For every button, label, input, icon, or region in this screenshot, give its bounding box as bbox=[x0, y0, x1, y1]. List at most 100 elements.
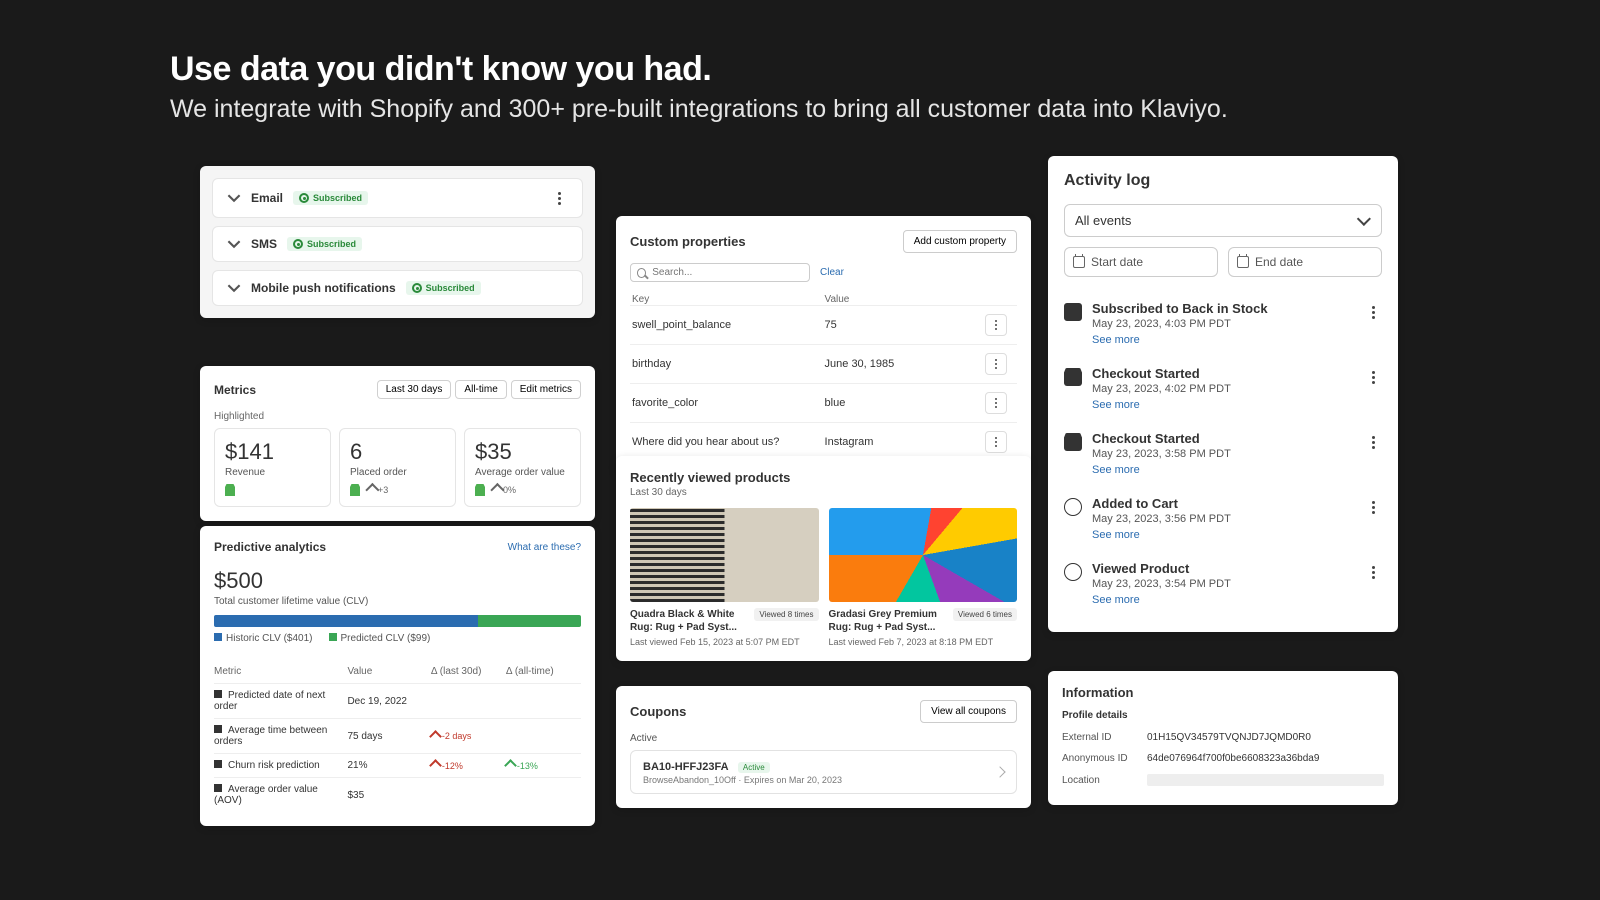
stat-aov: $35 Average order value 0% bbox=[464, 428, 581, 507]
chevron-down-icon bbox=[1357, 211, 1371, 225]
what-are-these-link[interactable]: What are these? bbox=[508, 542, 581, 553]
kebab-menu-button[interactable] bbox=[1364, 368, 1382, 386]
subscribed-badge: Subscribed bbox=[406, 281, 481, 295]
activity-event: Added to Cart May 23, 2023, 3:56 PM PDT Se… bbox=[1064, 486, 1382, 551]
chevron-down-icon bbox=[227, 191, 241, 205]
information-card: Information Profile details External ID0… bbox=[1048, 671, 1398, 805]
tag-icon bbox=[1064, 303, 1082, 321]
clv-legend: Historic CLV ($401) Predicted CLV ($99) bbox=[214, 633, 581, 644]
gear-icon bbox=[1064, 563, 1082, 581]
kebab-menu-button[interactable] bbox=[1364, 498, 1382, 516]
edit-metrics-button[interactable]: Edit metrics bbox=[511, 380, 581, 399]
view-all-coupons-button[interactable]: View all coupons bbox=[920, 700, 1017, 723]
subscribed-badge: Subscribed bbox=[287, 237, 362, 251]
custom-properties-card: Custom properties Add custom property Cl… bbox=[616, 216, 1031, 475]
calendar-icon bbox=[1073, 256, 1085, 268]
gear-icon bbox=[1064, 498, 1082, 516]
start-date-input[interactable]: Start date bbox=[1064, 247, 1218, 277]
activity-event: Checkout Started May 23, 2023, 3:58 PM PD… bbox=[1064, 421, 1382, 486]
kebab-menu-button[interactable] bbox=[985, 431, 1007, 453]
activity-log-title: Activity log bbox=[1064, 172, 1382, 190]
channel-row-email[interactable]: Email Subscribed bbox=[212, 178, 583, 218]
recently-viewed-card: Recently viewed products Last 30 days Qu… bbox=[616, 456, 1031, 661]
see-more-link[interactable]: See more bbox=[1092, 594, 1354, 606]
see-more-link[interactable]: See more bbox=[1092, 334, 1354, 346]
kebab-menu-button[interactable] bbox=[985, 392, 1007, 414]
anonymous-id-value: 64de076964f700f0be6608323a36bda9 bbox=[1147, 748, 1384, 769]
predictive-title: Predictive analytics bbox=[214, 540, 326, 554]
chevron-down-icon bbox=[227, 281, 241, 295]
recently-viewed-sub: Last 30 days bbox=[630, 487, 1017, 498]
view-count-badge: Viewed 8 times bbox=[754, 608, 818, 621]
shop-icon bbox=[1064, 433, 1082, 451]
view-count-badge: Viewed 6 times bbox=[953, 608, 1017, 621]
event-title: Checkout Started bbox=[1092, 431, 1354, 446]
kebab-menu-button[interactable] bbox=[1364, 303, 1382, 321]
search-icon bbox=[637, 268, 646, 278]
activity-log-card: Activity log All events Start date End d… bbox=[1048, 156, 1398, 632]
channel-label: Email bbox=[251, 191, 283, 205]
event-timestamp: May 23, 2023, 3:54 PM PDT bbox=[1092, 578, 1354, 590]
kebab-menu-button[interactable] bbox=[1364, 433, 1382, 451]
highlighted-label: Highlighted bbox=[214, 411, 581, 422]
active-badge: Active bbox=[738, 762, 770, 773]
tab-all-time[interactable]: All-time bbox=[455, 380, 506, 399]
product-card[interactable]: Gradasi Grey Premium Rug: Rug + Pad Syst… bbox=[829, 508, 1018, 647]
event-title: Added to Cart bbox=[1092, 496, 1354, 511]
calendar-icon bbox=[1237, 256, 1249, 268]
check-icon bbox=[412, 283, 422, 293]
tab-last-30-days[interactable]: Last 30 days bbox=[377, 380, 452, 399]
event-timestamp: May 23, 2023, 4:02 PM PDT bbox=[1092, 383, 1354, 395]
search-input[interactable] bbox=[652, 267, 803, 278]
see-more-link[interactable]: See more bbox=[1092, 399, 1354, 411]
channel-row-sms[interactable]: SMS Subscribed bbox=[212, 226, 583, 262]
coupon-row[interactable]: BA10-HFFJ23FA Active BrowseAbandon_10Off… bbox=[630, 750, 1017, 794]
clv-label: Total customer lifetime value (CLV) bbox=[214, 596, 581, 607]
check-icon bbox=[299, 193, 309, 203]
location-skeleton bbox=[1147, 774, 1384, 786]
predictive-card: Predictive analytics What are these? $50… bbox=[200, 526, 595, 826]
product-thumbnail bbox=[829, 508, 1018, 602]
channels-card: Email Subscribed SMS Subscribed Mobile p… bbox=[200, 166, 595, 318]
activity-event: Checkout Started May 23, 2023, 4:02 PM PD… bbox=[1064, 356, 1382, 421]
channel-row-push[interactable]: Mobile push notifications Subscribed bbox=[212, 270, 583, 306]
hero-title: Use data you didn't know you had. bbox=[170, 50, 1600, 89]
coupons-card: Coupons View all coupons Active BA10-HFF… bbox=[616, 686, 1031, 808]
see-more-link[interactable]: See more bbox=[1092, 529, 1354, 541]
channel-label: Mobile push notifications bbox=[251, 281, 396, 295]
shopify-icon bbox=[350, 484, 360, 496]
kebab-menu-button[interactable] bbox=[985, 353, 1007, 375]
clear-link[interactable]: Clear bbox=[820, 267, 844, 278]
chevron-down-icon bbox=[227, 237, 241, 251]
clv-value: $500 bbox=[214, 568, 581, 594]
product-thumbnail bbox=[630, 508, 819, 602]
kebab-menu-button[interactable] bbox=[1364, 563, 1382, 581]
clv-bar bbox=[214, 615, 581, 627]
subscribed-badge: Subscribed bbox=[293, 191, 368, 205]
end-date-input[interactable]: End date bbox=[1228, 247, 1382, 277]
chevron-right-icon bbox=[994, 766, 1005, 777]
kebab-menu-button[interactable] bbox=[985, 314, 1007, 336]
shopify-icon bbox=[225, 484, 235, 496]
event-title: Checkout Started bbox=[1092, 366, 1354, 381]
trend-icon: +3 bbox=[366, 485, 388, 495]
table-row: swell_point_balance 75 bbox=[630, 305, 1017, 344]
custom-properties-title: Custom properties bbox=[630, 234, 746, 249]
search-input-wrap[interactable] bbox=[630, 263, 810, 282]
stat-revenue: $141 Revenue bbox=[214, 428, 331, 507]
activity-event: Subscribed to Back in StockMay 23, 2023,… bbox=[1064, 291, 1382, 356]
kebab-menu-button[interactable] bbox=[550, 189, 568, 207]
event-filter-select[interactable]: All events bbox=[1064, 204, 1382, 237]
metrics-title: Metrics bbox=[214, 383, 256, 397]
table-row: Churn risk prediction 21% -12% -13% bbox=[214, 753, 581, 777]
add-custom-property-button[interactable]: Add custom property bbox=[903, 230, 1017, 253]
see-more-link[interactable]: See more bbox=[1092, 464, 1354, 476]
event-title: Viewed Product bbox=[1092, 561, 1354, 576]
product-card[interactable]: Quadra Black & White Rug: Rug + Pad Syst… bbox=[630, 508, 819, 647]
event-timestamp: May 23, 2023, 3:58 PM PDT bbox=[1092, 448, 1354, 460]
event-timestamp: May 23, 2023, 3:56 PM PDT bbox=[1092, 513, 1354, 525]
stat-placed-order: 6 Placed order +3 bbox=[339, 428, 456, 507]
table-row: birthday June 30, 1985 bbox=[630, 344, 1017, 383]
table-row: Average time between orders 75 days -2 d… bbox=[214, 718, 581, 753]
table-row: Average order value (AOV) $35 bbox=[214, 777, 581, 812]
